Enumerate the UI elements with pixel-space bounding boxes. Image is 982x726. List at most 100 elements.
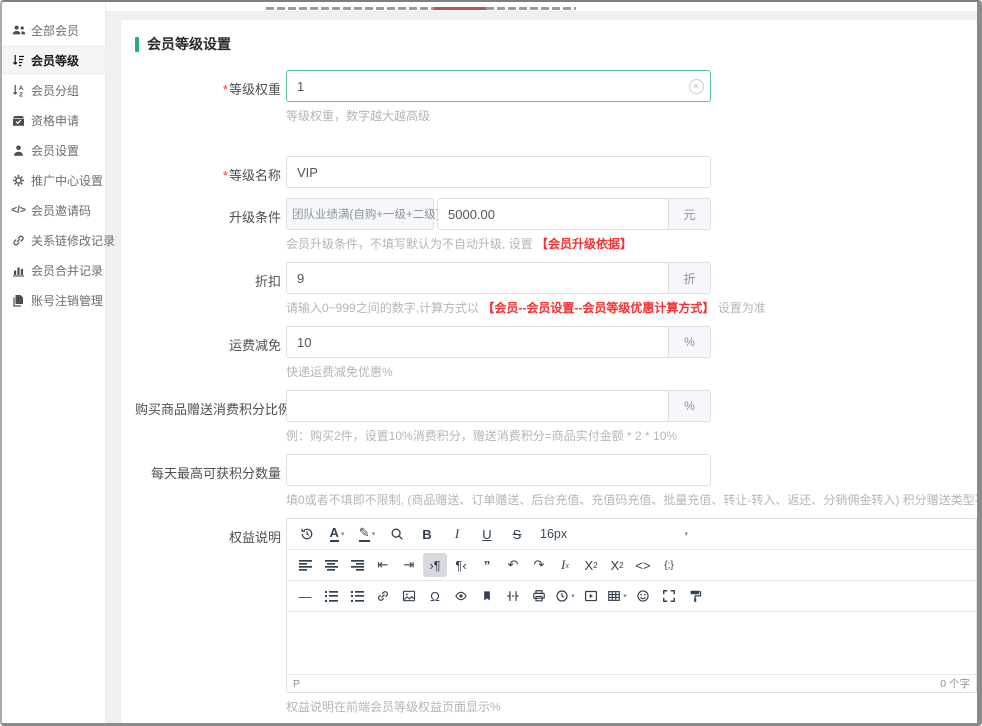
bold-icon[interactable]: B	[415, 522, 439, 546]
rtl-paragraph-icon[interactable]: ¶‹	[449, 553, 473, 577]
code-sample-icon[interactable]: {;}	[657, 553, 681, 577]
sidebar-item-account-cancel[interactable]: 账号注销管理	[2, 285, 105, 315]
unit-yuan: 元	[668, 199, 710, 229]
panel-title: 会员等级设置	[135, 34, 977, 54]
history-icon[interactable]	[295, 522, 319, 546]
format-paint-icon[interactable]	[683, 584, 707, 608]
page-title: 会员等级设置	[147, 34, 231, 54]
editor-toolbar-row1: A▾ ✎▾ B I U S 16px▾	[287, 519, 976, 550]
editor-content-area[interactable]	[287, 612, 976, 674]
editor-element-path: P	[293, 678, 300, 690]
discount-group: 折	[286, 262, 711, 294]
indent-icon[interactable]: ⇥	[397, 553, 421, 577]
freight-group: %	[286, 326, 711, 358]
points-ratio-input[interactable]	[287, 391, 668, 421]
table-icon[interactable]: ▾	[605, 584, 629, 608]
fullscreen-icon[interactable]	[657, 584, 681, 608]
upgrade-amount-input[interactable]	[438, 199, 668, 229]
gear-icon	[11, 174, 26, 187]
chevron-down-icon: ▾	[623, 592, 627, 600]
align-center-icon[interactable]	[319, 553, 343, 577]
discount-calc-link[interactable]: 【会员--会员设置--会员等级优惠计算方式】	[482, 301, 714, 315]
sidebar-item-qualification[interactable]: 资格申请	[2, 105, 105, 135]
row-benefits: 权益说明 A▾ ✎▾ B I U S 16px▾	[135, 518, 977, 715]
chain-link-icon	[11, 234, 26, 247]
daily-points-input[interactable]	[287, 455, 710, 485]
search-icon[interactable]	[385, 522, 409, 546]
sidebar-item-label: 推广中心设置	[31, 172, 103, 189]
clipped-scrolled-content	[106, 2, 977, 11]
strikethrough-icon[interactable]: S	[505, 522, 529, 546]
italic-icon[interactable]: I	[445, 522, 469, 546]
redo-icon[interactable]: ↷	[527, 553, 551, 577]
sidebar-item-merge-log[interactable]: 会员合并记录	[2, 255, 105, 285]
clear-input-icon[interactable]: ✕	[682, 71, 710, 101]
inline-code-icon[interactable]: <>	[631, 553, 655, 577]
upgrade-amount-group: 元	[437, 198, 711, 230]
sidebar-item-all-members[interactable]: 全部会员	[2, 15, 105, 45]
blockquote-icon[interactable]: ”	[475, 553, 499, 577]
level-name-input[interactable]	[287, 157, 710, 187]
clear-format-icon[interactable]: Ix	[553, 553, 577, 577]
qualification-icon	[11, 114, 26, 127]
align-right-icon[interactable]	[345, 553, 369, 577]
undo-icon[interactable]: ↶	[501, 553, 525, 577]
sidebar-item-member-settings[interactable]: 会员设置	[2, 135, 105, 165]
freight-label: 运费减免	[229, 338, 281, 353]
sidebar-item-label: 会员邀请码	[31, 202, 91, 219]
title-accent-bar	[135, 37, 139, 52]
row-daily-points-limit: 每天最高可获积分数量 填0或者不填即不限制, (商品赠送、订单赠送、后台充值、充…	[135, 454, 977, 508]
numbered-list-icon[interactable]	[345, 584, 369, 608]
image-icon[interactable]	[397, 584, 421, 608]
font-size-select[interactable]: 16px▾	[532, 522, 696, 546]
sidebar: 全部会员 会员等级 A2 会员分组 资格申请 会员设置 推广中心设置 </> 会…	[2, 2, 106, 723]
freight-input[interactable]	[287, 327, 668, 357]
editor-word-count: 0 个字	[940, 676, 970, 691]
emoji-icon[interactable]	[631, 584, 655, 608]
align-left-icon[interactable]	[293, 553, 317, 577]
sidebar-item-promotion-settings[interactable]: 推广中心设置	[2, 165, 105, 195]
sidebar-item-label: 会员设置	[31, 142, 79, 159]
discount-input[interactable]	[287, 263, 668, 293]
preview-eye-icon[interactable]	[449, 584, 473, 608]
special-char-icon[interactable]: Ω	[423, 584, 447, 608]
editor-toolbar-row3: — Ω ▾ ▾	[287, 581, 976, 612]
horizontal-rule-icon[interactable]: —	[293, 584, 317, 608]
upgrade-basis-link[interactable]: 【会员升级依据】	[536, 237, 632, 251]
superscript-icon[interactable]: X2	[605, 553, 629, 577]
link-icon[interactable]	[371, 584, 395, 608]
sidebar-item-label: 资格申请	[31, 112, 79, 129]
rich-text-editor: A▾ ✎▾ B I U S 16px▾	[286, 518, 977, 693]
anchor-bookmark-icon[interactable]	[475, 584, 499, 608]
member-icon	[11, 144, 26, 157]
outdent-icon[interactable]: ⇤	[371, 553, 395, 577]
sidebar-item-relation-log[interactable]: 关系链修改记录	[2, 225, 105, 255]
subscript-icon[interactable]: X2	[579, 553, 603, 577]
daily-points-label: 每天最高可获积分数量	[151, 466, 281, 481]
underline-icon[interactable]: U	[475, 522, 499, 546]
sidebar-item-member-group[interactable]: A2 会员分组	[2, 75, 105, 105]
row-discount: 折扣 折 请输入0~999之间的数字,计算方式以 【会员--会员设置--会员等级…	[135, 262, 977, 316]
sidebar-item-label: 全部会员	[31, 22, 79, 39]
page-break-icon[interactable]	[501, 584, 525, 608]
editor-status-bar: P 0 个字	[287, 674, 976, 692]
row-freight-reduction: 运费减免 % 快递运费减免优惠%	[135, 326, 977, 380]
media-icon[interactable]	[579, 584, 603, 608]
sidebar-item-label: 会员等级	[31, 52, 79, 69]
insert-datetime-icon[interactable]: ▾	[553, 584, 577, 608]
upgrade-condition-hint: 会员升级条件，不填写默认为不自动升级, 设置 【会员升级依据】	[286, 236, 977, 252]
text-color-icon[interactable]: A▾	[325, 522, 349, 546]
users-icon	[11, 24, 26, 37]
sidebar-item-invite-code[interactable]: </> 会员邀请码	[2, 195, 105, 225]
benefits-label: 权益说明	[229, 530, 281, 545]
highlight-color-icon[interactable]: ✎▾	[355, 522, 379, 546]
level-weight-input[interactable]	[287, 71, 682, 101]
unit-percent: %	[668, 327, 710, 357]
upgrade-condition-select[interactable]: 团队业绩满(自购+一级+二级)	[286, 198, 434, 230]
ltr-paragraph-icon[interactable]: ›¶	[423, 553, 447, 577]
sidebar-item-member-level[interactable]: 会员等级	[2, 45, 105, 75]
level-name-label: 等级名称	[229, 168, 281, 183]
print-icon[interactable]	[527, 584, 551, 608]
svg-text:2: 2	[19, 91, 23, 96]
bullet-list-icon[interactable]	[319, 584, 343, 608]
